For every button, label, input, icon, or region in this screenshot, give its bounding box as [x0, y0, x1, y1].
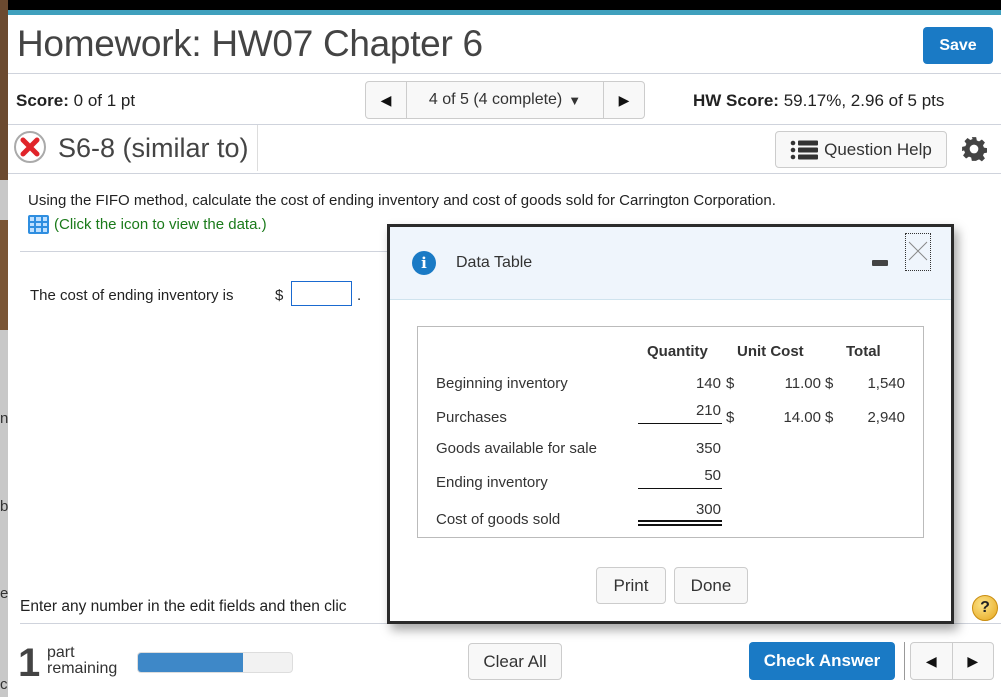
page-title: Homework: HW07 Chapter 6: [17, 23, 483, 64]
left-edge-fragment: b: [0, 498, 8, 515]
divider: [904, 642, 905, 680]
quantity-value: 210: [695, 402, 721, 419]
left-edge-fragment: e: [0, 585, 8, 602]
hw-score-label: HW Score:: [693, 91, 779, 110]
hw-score-value: 59.17%, 2.96 of 5 pts: [783, 91, 945, 110]
view-data-label[interactable]: (Click the icon to view the data.): [54, 216, 267, 233]
close-icon: [908, 241, 928, 261]
row-label: Goods available for sale: [436, 440, 597, 457]
unit-cost-value: 14.00: [783, 409, 821, 426]
underline: [638, 423, 722, 424]
row-label: Beginning inventory: [436, 375, 568, 392]
column-header-unit-cost: Unit Cost: [737, 343, 804, 360]
quantity-value: 300: [695, 501, 721, 518]
next-question-button[interactable]: ▶: [604, 82, 644, 118]
help-question-icon[interactable]: ?: [972, 595, 998, 621]
progress-fill: [138, 653, 243, 672]
score-label: Score:: [16, 91, 69, 110]
total-value: 2,940: [867, 409, 905, 426]
double-underline: [638, 520, 722, 522]
parts-remaining-label: part remaining: [47, 645, 117, 677]
inventory-data-table: Quantity Unit Cost Total Beginning inven…: [417, 326, 924, 538]
question-navigator: ◀ 4 of 5 (4 complete) ▼ ▶: [365, 81, 645, 119]
left-edge-fragment: c: [0, 676, 8, 693]
parts-label-line1: part: [47, 644, 75, 661]
data-table-icon[interactable]: [28, 215, 49, 234]
settings-gear-icon[interactable]: [961, 136, 987, 162]
triangle-left-icon: ◀: [925, 652, 937, 669]
divider: [20, 251, 440, 252]
view-data-link[interactable]: (Click the icon to view the data.): [28, 215, 267, 234]
score: Score: 0 of 1 pt: [16, 91, 135, 111]
list-icon: [790, 140, 819, 159]
question-id: S6-8 (similar to): [58, 133, 249, 163]
unit-cost-value: 11.00: [784, 375, 821, 392]
caret-down-icon: ▼: [568, 92, 582, 108]
quantity-value: 350: [695, 440, 721, 457]
underline: [638, 488, 722, 489]
column-header-quantity: Quantity: [647, 343, 708, 360]
info-icon: i: [412, 251, 436, 275]
question-header: S6-8 (similar to): [8, 125, 258, 171]
ending-inventory-input[interactable]: [291, 281, 352, 306]
ending-inventory-label: The cost of ending inventory is: [30, 287, 234, 304]
minimize-icon[interactable]: [872, 260, 888, 266]
previous-question-button[interactable]: ◀: [366, 82, 406, 118]
data-table-dialog: i Data Table Quantity Unit Cost Total Be…: [387, 224, 954, 624]
left-edge-fragment: n: [0, 410, 8, 427]
parts-label-line2: remaining: [47, 660, 118, 677]
progress-bar: [137, 652, 293, 673]
triangle-right-icon: ▶: [967, 652, 979, 669]
triangle-left-icon: ◀: [380, 91, 392, 108]
question-position: 4 of 5 (4 complete): [428, 91, 563, 108]
quantity-value: 50: [704, 467, 721, 484]
dialog-header: i Data Table: [390, 227, 951, 300]
double-underline: [638, 524, 722, 526]
currency-symbol: $: [275, 287, 284, 304]
dollar-sign: $: [825, 375, 834, 392]
incorrect-x-icon: [14, 131, 46, 163]
hw-score: HW Score: 59.17%, 2.96 of 5 pts: [693, 91, 944, 111]
divider: [8, 173, 1001, 174]
check-answer-button[interactable]: Check Answer: [749, 642, 895, 680]
instructions-text: Enter any number in the edit fields and …: [20, 598, 347, 615]
quantity-value: 140: [695, 375, 721, 392]
bottom-question-nav: ◀ ▶: [910, 642, 994, 680]
browser-top-bar: [0, 0, 1001, 10]
row-label: Purchases: [436, 409, 507, 426]
column-header-total: Total: [846, 343, 881, 360]
score-value: 0 of 1 pt: [73, 91, 136, 110]
question-prompt: Using the FIFO method, calculate the cos…: [28, 192, 776, 209]
dialog-title: Data Table: [456, 254, 533, 271]
question-select[interactable]: 4 of 5 (4 complete) ▼: [406, 82, 604, 118]
close-button[interactable]: [905, 233, 931, 271]
done-button[interactable]: Done: [674, 567, 748, 604]
divider: [8, 73, 1001, 74]
next-button[interactable]: ▶: [953, 643, 994, 679]
row-label: Ending inventory: [436, 474, 548, 491]
triangle-right-icon: ▶: [618, 91, 630, 108]
parts-remaining-count: 1: [18, 641, 41, 685]
clear-all-button[interactable]: Clear All: [468, 643, 562, 680]
dollar-sign: $: [726, 409, 735, 426]
dollar-sign: $: [726, 375, 735, 392]
question-help-button[interactable]: Question Help: [775, 131, 947, 168]
row-label: Cost of goods sold: [436, 511, 561, 528]
save-button[interactable]: Save: [923, 27, 993, 64]
print-button[interactable]: Print: [596, 567, 666, 604]
dollar-sign: $: [825, 409, 834, 426]
total-value: 1,540: [867, 375, 905, 392]
question-help-label: Question Help: [824, 139, 932, 159]
previous-button[interactable]: ◀: [911, 643, 953, 679]
period: .: [357, 287, 362, 304]
